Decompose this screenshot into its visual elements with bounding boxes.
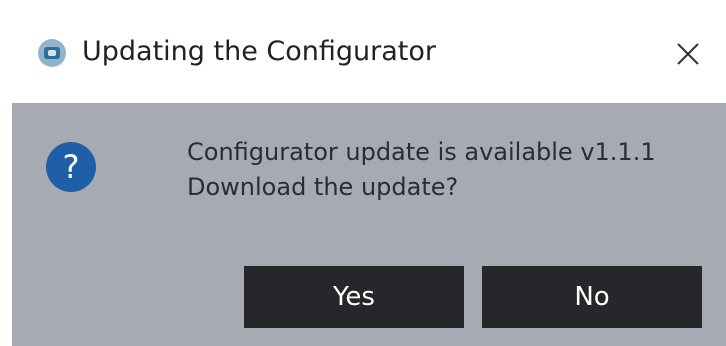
dialog-message: Configurator update is available v1.1.1 … [187, 135, 656, 205]
dialog-title: Updating the Configurator [82, 36, 436, 67]
dialog-body: ? Configurator update is available v1.1.… [12, 103, 726, 346]
yes-button[interactable]: Yes [244, 266, 464, 328]
update-dialog: Updating the Configurator ? Configurator… [12, 0, 726, 346]
close-button[interactable] [668, 34, 708, 74]
close-icon [677, 43, 699, 65]
message-line-1: Configurator update is available v1.1.1 [187, 138, 656, 166]
message-line-2: Download the update? [187, 173, 459, 201]
no-button[interactable]: No [482, 266, 702, 328]
dialog-titlebar: Updating the Configurator [12, 0, 726, 103]
question-icon: ? [46, 142, 96, 192]
configurator-app-icon [38, 39, 66, 67]
